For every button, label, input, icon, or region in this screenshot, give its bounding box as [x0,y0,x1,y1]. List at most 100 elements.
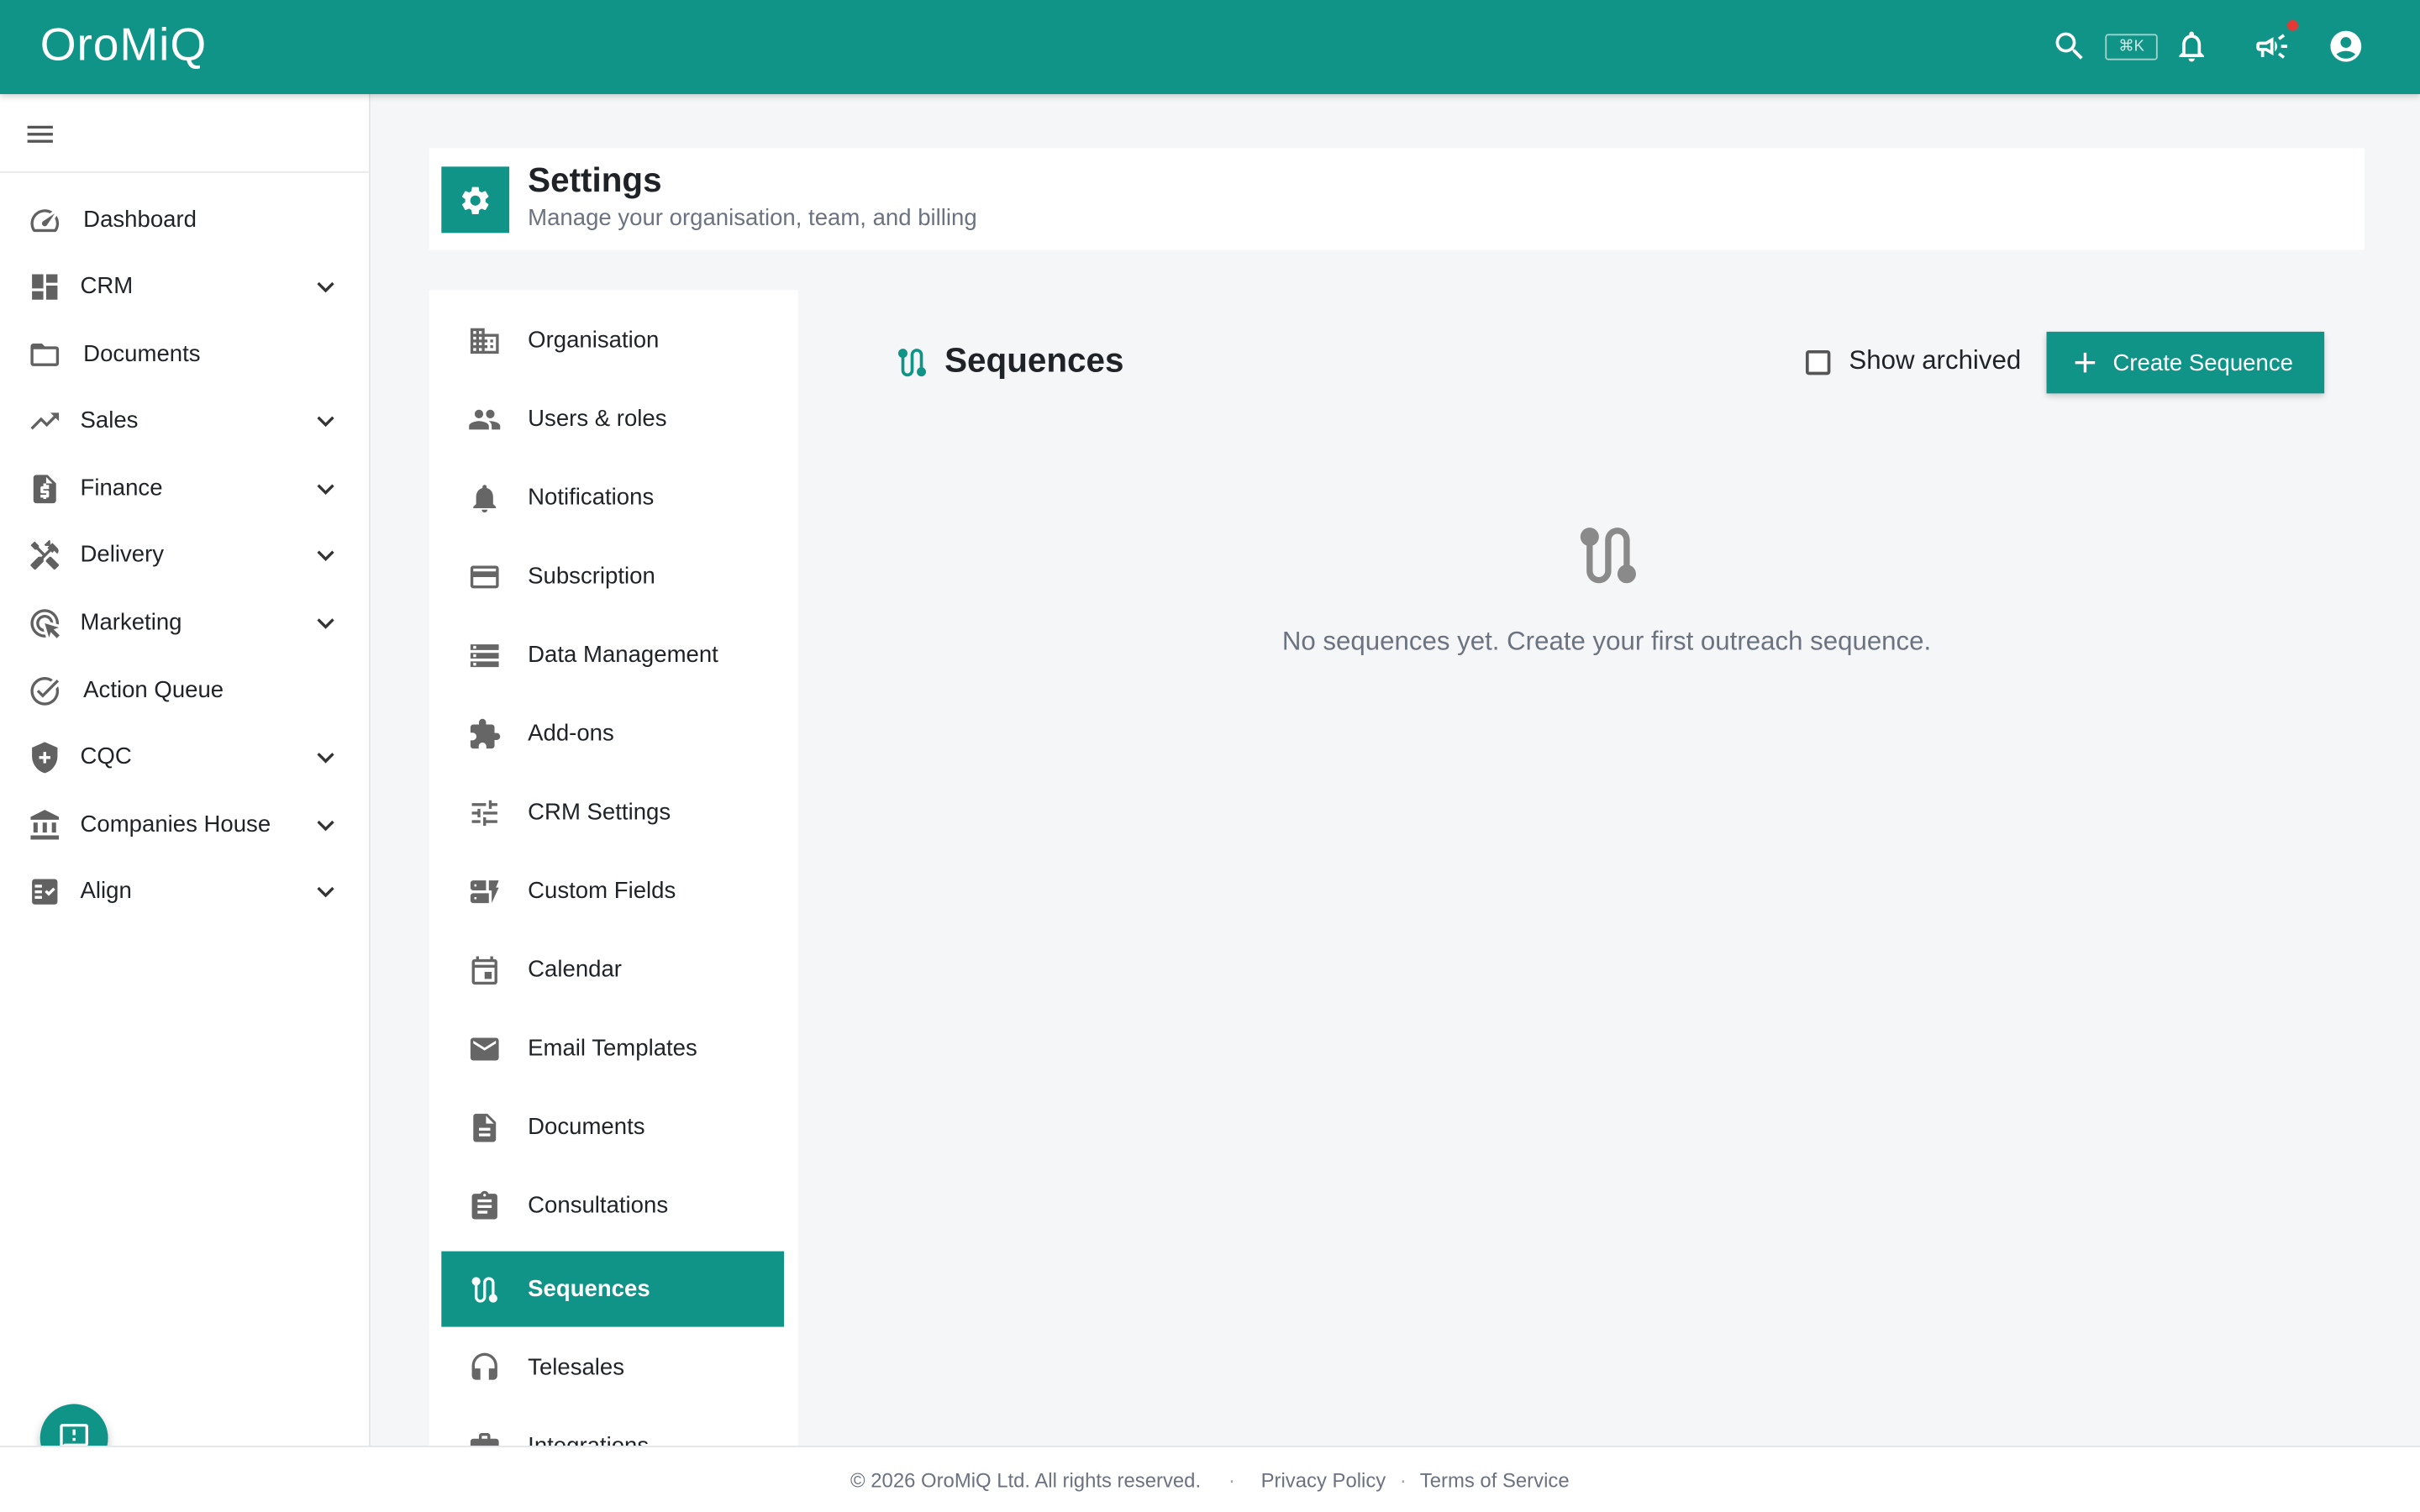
settings-nav: Organisation Users & roles Notifications… [429,290,798,1463]
sidebar-item-cqc[interactable]: CQC [0,727,369,788]
settings-badge [441,166,510,234]
speedometer-icon [28,203,61,237]
dynamic-form-icon [468,874,502,908]
settings-item-add-ons[interactable]: Add-ons [441,696,784,771]
settings-item-label: CRM Settings [528,799,671,826]
chevron-down-icon[interactable] [308,606,342,640]
chevron-down-icon[interactable] [308,808,342,842]
account-icon[interactable] [2328,28,2365,65]
chevron-down-icon[interactable] [308,404,342,438]
sidebar-item-marketing[interactable]: Marketing [0,592,369,654]
settings-item-consultations[interactable]: Consultations [441,1168,784,1243]
building-icon [468,324,502,358]
credit-card-icon [468,560,502,594]
sidebar-item-label: Documents [83,340,201,368]
chevron-down-icon[interactable] [308,741,342,774]
main-sidebar: Dashboard CRM Documents Sales Finance De… [0,94,371,1512]
settings-item-crm-settings[interactable]: CRM Settings [441,774,784,850]
plus-icon [2068,345,2102,379]
menu-toggle-icon[interactable] [24,118,57,151]
tune-icon [468,796,502,830]
top-app-bar: OroMiQ ⌘K [0,0,2420,95]
settings-item-label: Sequences [528,1275,650,1303]
sidebar-item-crm[interactable]: CRM [0,256,369,318]
settings-item-label: Notifications [528,484,655,511]
headset-icon [468,1352,502,1385]
storage-icon [468,638,502,672]
settings-item-label: Data Management [528,642,718,669]
sidebar-item-label: Companies House [80,811,271,838]
shield-plus-icon [28,741,61,774]
sidebar-item-label: CQC [80,743,132,770]
sidebar-item-documents[interactable]: Documents [0,324,369,386]
settings-item-label: Calendar [528,956,622,983]
settings-item-label: Consultations [528,1192,669,1220]
folder-icon [28,338,61,371]
settings-item-label: Telesales [528,1354,625,1381]
chevron-down-icon[interactable] [308,270,342,303]
sidebar-item-label: Sales [80,407,139,434]
section-title: Sequences [944,340,1124,380]
route-icon [893,344,930,381]
megaphone-icon[interactable] [2254,28,2291,65]
sidebar-item-label: Dashboard [83,207,197,234]
trending-up-icon [28,404,61,438]
settings-item-custom-fields[interactable]: Custom Fields [441,853,784,929]
invoice-icon [28,472,61,506]
checklist-icon [28,874,61,908]
chevron-down-icon[interactable] [308,472,342,506]
create-sequence-label: Create Sequence [2112,349,2293,377]
settings-item-data-management[interactable]: Data Management [441,617,784,693]
sidebar-divider [0,171,369,173]
search-shortcut-hint: ⌘K [2105,34,2158,60]
bell-icon [468,481,502,515]
settings-item-sequences[interactable]: Sequences [441,1251,785,1327]
sidebar-item-label: Action Queue [83,677,224,704]
settings-item-documents[interactable]: Documents [441,1089,784,1165]
chevron-down-icon[interactable] [308,874,342,908]
people-icon [468,402,502,436]
chevron-down-icon[interactable] [308,538,342,572]
settings-item-calendar[interactable]: Calendar [441,932,784,1007]
settings-item-telesales[interactable]: Telesales [441,1330,784,1405]
clipboard-icon [468,1189,502,1223]
create-sequence-button[interactable]: Create Sequence [2046,331,2325,394]
bell-icon[interactable] [2173,28,2210,65]
settings-item-label: Documents [528,1114,645,1141]
terms-of-service-link[interactable]: Terms of Service [1420,1469,1570,1493]
settings-item-email-templates[interactable]: Email Templates [441,1011,784,1086]
gear-icon [461,186,489,214]
settings-item-organisation[interactable]: Organisation [441,302,784,378]
bank-icon [28,808,61,842]
settings-item-label: Custom Fields [528,878,676,905]
search-icon[interactable] [2051,28,2088,65]
show-archived-checkbox[interactable] [1805,349,1831,375]
sidebar-item-delivery[interactable]: Delivery [0,524,369,585]
settings-item-notifications[interactable]: Notifications [441,459,784,535]
sidebar-item-align[interactable]: Align [0,861,369,922]
sidebar-item-finance[interactable]: Finance [0,459,369,520]
page-footer: © 2026 OroMiQ Ltd. All rights reserved. … [0,1446,2420,1512]
mail-icon [468,1032,502,1066]
settings-item-subscription[interactable]: Subscription [441,538,784,614]
page-subtitle: Manage your organisation, team, and bill… [528,205,977,232]
notification-dot [2287,19,2298,31]
tools-icon [28,538,61,572]
sidebar-item-label: Finance [80,475,163,501]
sidebar-item-sales[interactable]: Sales [0,391,369,452]
show-archived-label[interactable]: Show archived [1849,345,2021,376]
privacy-policy-link[interactable]: Privacy Policy [1261,1469,1386,1493]
sidebar-item-action-queue[interactable]: Action Queue [0,660,369,722]
puzzle-icon [468,717,502,751]
settings-item-label: Users & roles [528,406,667,433]
sidebar-item-dashboard[interactable]: Dashboard [0,190,369,251]
settings-item-label: Organisation [528,327,660,354]
copyright-text: © 2026 OroMiQ Ltd. All rights reserved. [850,1468,1202,1493]
settings-item-label: Subscription [528,563,655,590]
calendar-icon [468,953,502,987]
sidebar-item-companies-house[interactable]: Companies House [0,795,369,856]
settings-item-users-roles[interactable]: Users & roles [441,381,784,457]
footer-separator: · [1399,1468,1407,1493]
brand-logo[interactable]: OroMiQ [40,20,207,72]
document-icon [468,1110,502,1144]
